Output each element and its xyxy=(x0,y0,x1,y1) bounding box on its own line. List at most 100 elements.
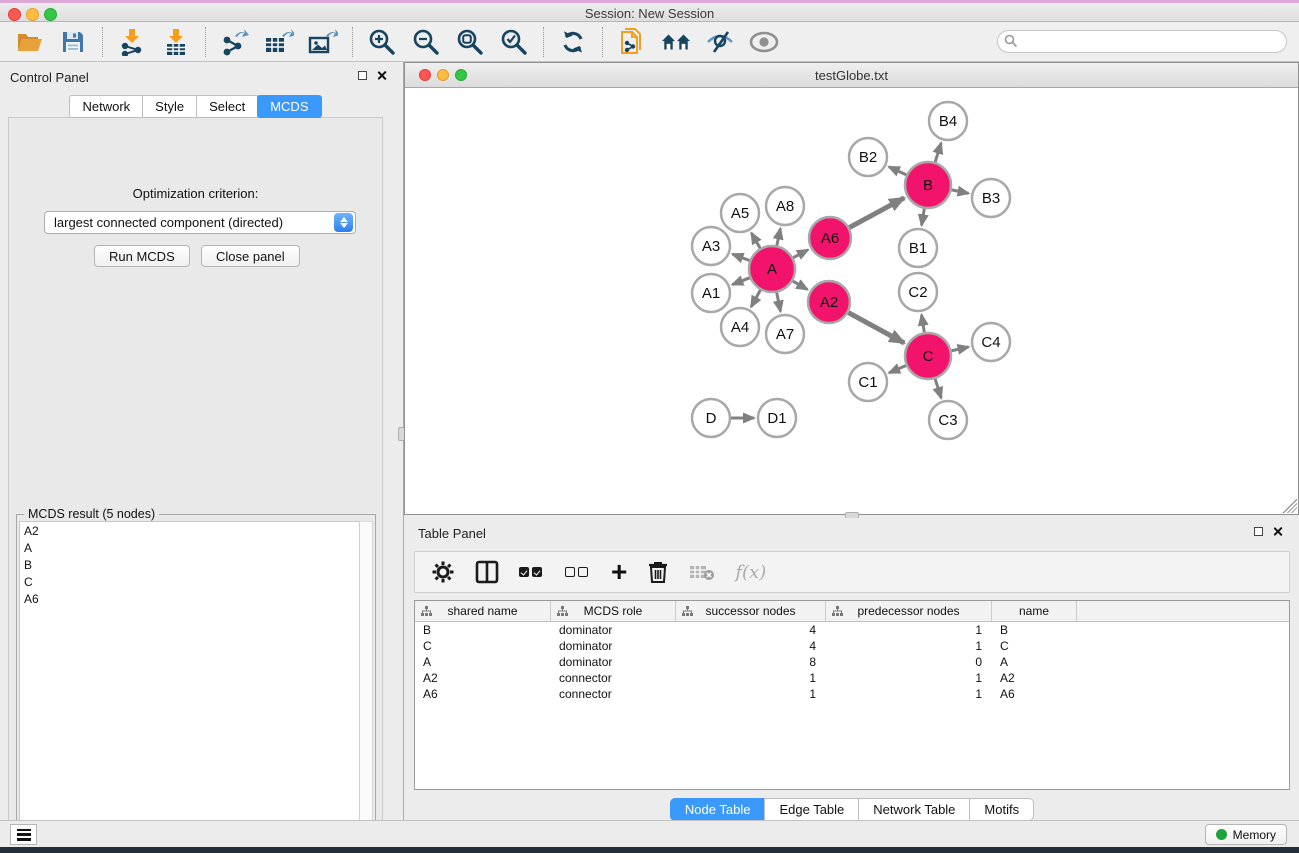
table-float-panel-icon[interactable] xyxy=(1254,527,1263,536)
table-cell[interactable]: 1 xyxy=(676,687,826,701)
graph-edge-A-A1[interactable] xyxy=(732,277,750,284)
graph-edge-A-A5[interactable] xyxy=(751,233,760,249)
graph-edge-A2-C[interactable] xyxy=(847,312,904,343)
table-cell[interactable]: C xyxy=(992,639,1077,653)
close-panel-button[interactable]: Close panel xyxy=(201,245,300,267)
table-cell[interactable]: 1 xyxy=(826,639,992,653)
graph-edge-C-C3[interactable] xyxy=(935,378,941,398)
table-cell[interactable]: 0 xyxy=(826,655,992,669)
mcds-result-item[interactable]: A xyxy=(20,539,360,556)
table-cell[interactable]: 1 xyxy=(676,671,826,685)
table-cell[interactable]: A2 xyxy=(992,671,1077,685)
graph-edge-C-C2[interactable] xyxy=(922,315,925,334)
show-all-icon[interactable] xyxy=(749,27,779,57)
graph-node-C[interactable]: C xyxy=(905,333,951,379)
table-row[interactable]: Adominator80A xyxy=(415,654,1289,670)
hide-selected-icon[interactable] xyxy=(705,27,735,57)
tab-select[interactable]: Select xyxy=(196,95,258,118)
table-row[interactable]: Cdominator41C xyxy=(415,638,1289,654)
graph-node-A4[interactable]: A4 xyxy=(721,308,759,346)
open-session-icon[interactable] xyxy=(14,27,44,57)
table-close-panel-icon[interactable] xyxy=(1272,526,1283,537)
table-cell[interactable]: A6 xyxy=(992,687,1077,701)
table-cell[interactable]: A xyxy=(415,655,551,669)
tab-node-table[interactable]: Node Table xyxy=(670,798,766,821)
graph-edge-B-B3[interactable] xyxy=(951,190,969,194)
table-cell[interactable]: dominator xyxy=(551,623,676,637)
graph-node-B2[interactable]: B2 xyxy=(849,138,887,176)
mcds-result-item[interactable]: A2 xyxy=(20,522,360,539)
table-cell[interactable]: connector xyxy=(551,671,676,685)
graph-node-B[interactable]: B xyxy=(905,162,951,208)
column-header-mcds-role[interactable]: MCDS role xyxy=(551,601,676,621)
graph-node-B3[interactable]: B3 xyxy=(972,179,1010,217)
close-panel-icon[interactable] xyxy=(376,70,387,81)
deselect-all-checkboxes-icon[interactable] xyxy=(565,559,591,585)
graph-edge-A-A8[interactable] xyxy=(777,229,781,247)
table-cell[interactable]: B xyxy=(415,623,551,637)
graph-node-A2[interactable]: A2 xyxy=(808,281,850,323)
table-cell[interactable]: connector xyxy=(551,687,676,701)
graph-edge-C-C1[interactable] xyxy=(889,365,907,373)
table-cell[interactable]: 8 xyxy=(676,655,826,669)
graph-node-A3[interactable]: A3 xyxy=(692,227,730,265)
graph-edge-A-A3[interactable] xyxy=(733,254,751,261)
select-all-checkboxes-icon[interactable] xyxy=(519,559,545,585)
graph-node-A6[interactable]: A6 xyxy=(809,217,851,259)
graph-node-B4[interactable]: B4 xyxy=(929,102,967,140)
column-header-predecessor-nodes[interactable]: predecessor nodes xyxy=(826,601,992,621)
split-columns-icon[interactable] xyxy=(475,559,499,585)
new-network-from-selection-icon[interactable] xyxy=(617,27,647,57)
export-network-icon[interactable] xyxy=(220,27,250,57)
graph-edge-B-B1[interactable] xyxy=(922,208,925,226)
zoom-fit-icon[interactable] xyxy=(455,27,485,57)
tab-motifs[interactable]: Motifs xyxy=(969,798,1034,821)
graph-node-C3[interactable]: C3 xyxy=(929,401,967,439)
graph-node-A[interactable]: A xyxy=(749,246,795,292)
graph-edge-A6-B[interactable] xyxy=(848,198,904,228)
add-column-icon[interactable]: + xyxy=(611,559,627,585)
mcds-result-item[interactable]: C xyxy=(20,573,360,590)
graph-edge-B-B2[interactable] xyxy=(889,167,907,176)
show-task-history-button[interactable] xyxy=(10,824,37,845)
table-cell[interactable]: dominator xyxy=(551,639,676,653)
run-mcds-button[interactable]: Run MCDS xyxy=(94,245,190,267)
graph-node-A7[interactable]: A7 xyxy=(766,315,804,353)
table-cell[interactable]: B xyxy=(992,623,1077,637)
graph-node-A5[interactable]: A5 xyxy=(721,194,759,232)
delete-table-icon[interactable] xyxy=(689,559,715,585)
tab-network-table[interactable]: Network Table xyxy=(858,798,970,821)
table-row[interactable]: A2connector11A2 xyxy=(415,670,1289,686)
table-cell[interactable]: 1 xyxy=(826,687,992,701)
graph-node-A1[interactable]: A1 xyxy=(692,274,730,312)
graph-edge-C-C4[interactable] xyxy=(950,347,968,351)
zoom-selected-icon[interactable] xyxy=(499,27,529,57)
import-table-icon[interactable] xyxy=(161,27,191,57)
settings-gear-icon[interactable] xyxy=(431,559,455,585)
delete-column-icon[interactable] xyxy=(647,559,669,585)
column-header-shared-name[interactable]: shared name xyxy=(415,601,551,621)
criterion-dropdown[interactable]: largest connected component (directed) xyxy=(44,211,356,234)
network-canvas[interactable]: B4B2BB3A8A5A6B1A3AC2A1A2A4A7C4CC1DD1C3 xyxy=(405,88,1298,514)
window-resize-grip[interactable] xyxy=(1283,499,1297,513)
graph-edge-A-A7[interactable] xyxy=(777,292,781,312)
tab-edge-table[interactable]: Edge Table xyxy=(764,798,859,821)
graph-edge-A-A6[interactable] xyxy=(792,250,808,258)
graph-node-C2[interactable]: C2 xyxy=(899,273,937,311)
tab-style[interactable]: Style xyxy=(142,95,197,118)
table-cell[interactable]: 4 xyxy=(676,623,826,637)
network-window-titlebar[interactable]: testGlobe.txt xyxy=(405,63,1298,88)
table-row[interactable]: Bdominator41B xyxy=(415,622,1289,638)
table-cell[interactable]: A6 xyxy=(415,687,551,701)
memory-button[interactable]: Memory xyxy=(1205,824,1287,845)
zoom-in-icon[interactable] xyxy=(367,27,397,57)
table-cell[interactable]: 1 xyxy=(826,671,992,685)
graph-edge-B-B4[interactable] xyxy=(935,143,941,163)
graph-node-D1[interactable]: D1 xyxy=(758,399,796,437)
column-header-successor-nodes[interactable]: successor nodes xyxy=(676,601,826,621)
import-network-icon[interactable] xyxy=(117,27,147,57)
table-cell[interactable]: dominator xyxy=(551,655,676,669)
graph-node-A8[interactable]: A8 xyxy=(766,187,804,225)
tab-mcds[interactable]: MCDS xyxy=(257,95,321,118)
export-table-icon[interactable] xyxy=(264,27,294,57)
